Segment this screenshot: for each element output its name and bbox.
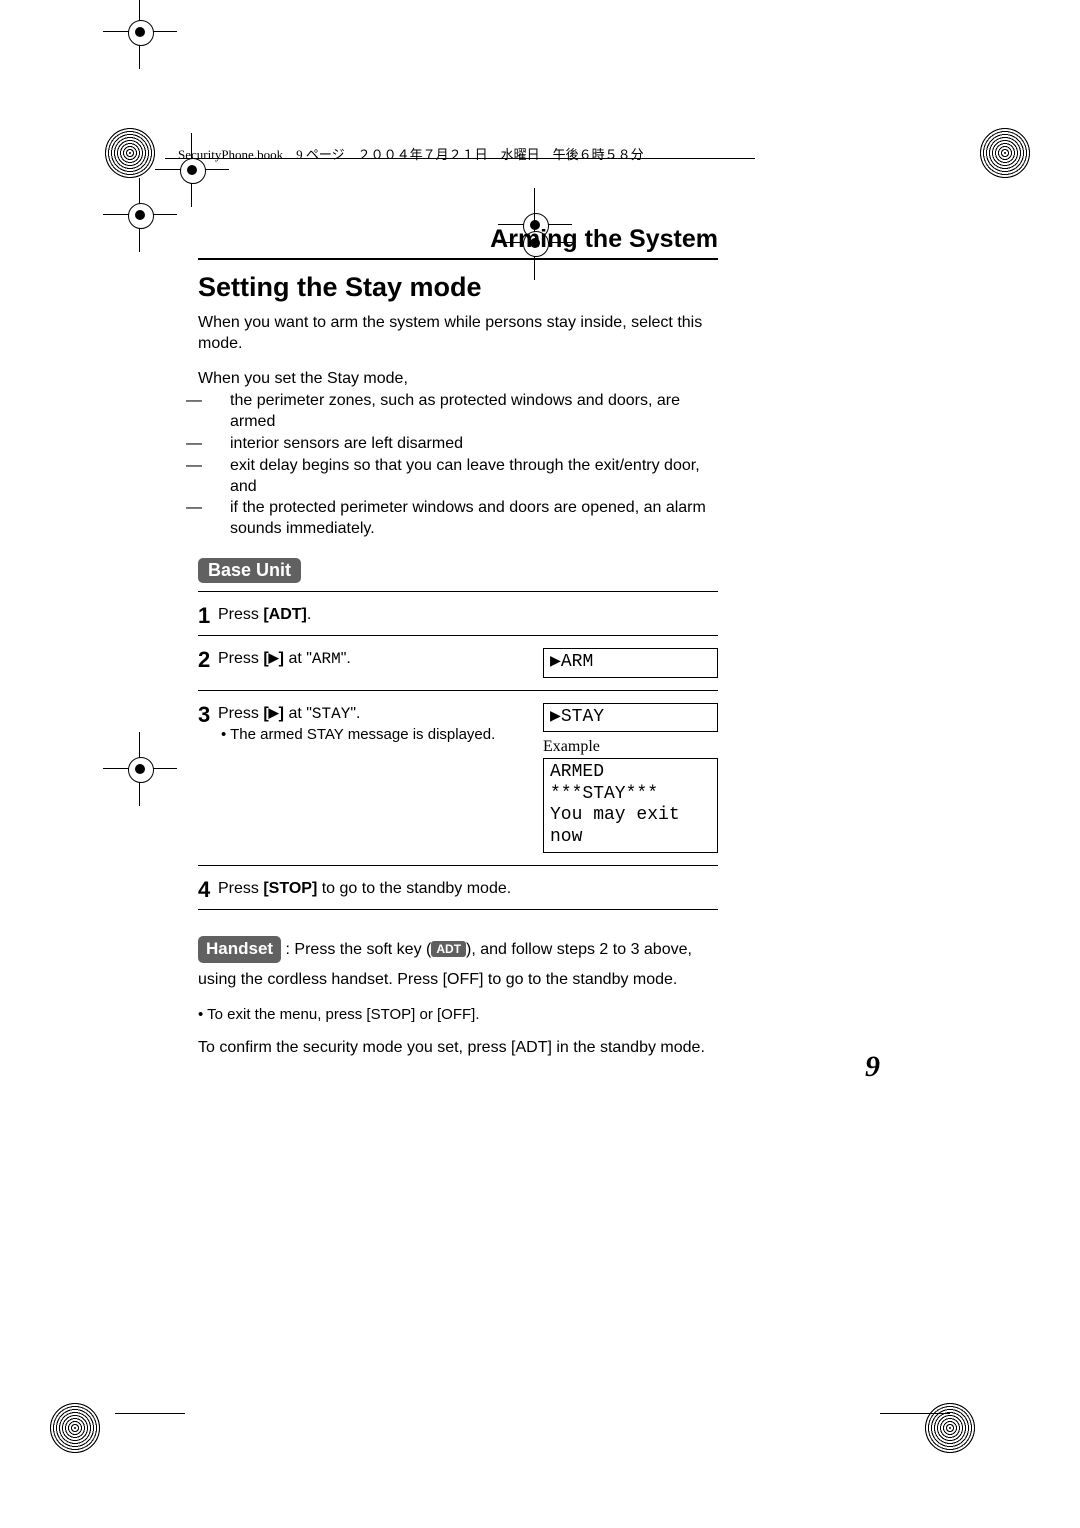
step-3: 3 Press [▶] at "STAY". • The armed STAY … [198,697,718,863]
step-1: 1 Press [ADT]. [198,598,718,633]
key-label: [ADT] [263,606,307,623]
list-item: —the perimeter zones, such as protected … [208,391,718,433]
print-registration-mark [980,128,1030,178]
lcd-display: ▶ARM [543,648,718,678]
crop-line [880,1413,950,1414]
divider [198,690,718,691]
list-item: —exit delay begins so that you can leave… [208,456,718,498]
chapter-title: Arming the System [198,225,718,254]
confirm-instruction: To confirm the security mode you set, pr… [198,1039,718,1057]
step-text: Press [▶] at "STAY". • The armed STAY me… [218,703,531,746]
list-item: —if the protected perimeter windows and … [208,498,718,540]
step-number: 1 [198,604,218,627]
divider [198,591,718,592]
crop-mark-icon [123,752,157,786]
right-arrow-icon: ▶ [269,705,279,720]
key-label: [▶] [263,650,284,667]
divider [198,865,718,866]
intro-text: When you want to arm the system while pe… [198,313,718,355]
key-label: [OFF] [443,971,484,988]
step-sub-note: • The armed STAY message is displayed. [218,725,531,745]
step-number: 4 [198,878,218,901]
divider [198,909,718,910]
section-title: Setting the Stay mode [198,272,718,303]
step-text: Press [▶] at "ARM". [218,648,531,671]
exit-note: • To exit the menu, press [STOP] or [OFF… [198,1006,718,1023]
step-number: 3 [198,703,218,726]
page-number: 9 [865,1050,880,1084]
key-label: [OFF] [437,1006,475,1023]
handset-label: Handset [198,936,281,963]
when-set-lead: When you set the Stay mode, [198,369,718,390]
right-arrow-icon: ▶ [269,650,279,665]
step-number: 2 [198,648,218,671]
step-4: 4 Press [STOP] to go to the standby mode… [198,872,718,907]
print-job-header: SecurityPhone.book 9 ページ ２００４年７月２１日 水曜日 … [178,144,644,163]
crop-mark-icon [123,15,157,49]
crop-line [115,1413,185,1414]
divider [198,635,718,636]
list-item: —interior sensors are left disarmed [208,434,718,455]
bullet-list: —the perimeter zones, such as protected … [198,391,718,540]
divider [198,258,718,260]
step-2: 2 Press [▶] at "ARM". ▶ARM [198,642,718,688]
step-text: Press [ADT]. [218,604,718,626]
lcd-display-example: ARMED ***STAY*** You may exit now [543,758,718,852]
key-label: [STOP] [366,1006,415,1023]
key-label: [▶] [263,705,284,722]
crop-mark-icon [123,198,157,232]
key-label: [STOP] [263,880,317,897]
print-registration-mark [50,1403,100,1453]
key-label: [ADT] [511,1039,552,1056]
example-label: Example [543,738,718,756]
lcd-display: ▶STAY [543,703,718,733]
handset-instructions: Handset : Press the soft key (ADT), and … [198,932,718,991]
print-registration-mark [105,128,155,178]
base-unit-label: Base Unit [198,558,301,583]
page-content: Arming the System Setting the Stay mode … [198,225,718,1057]
print-registration-mark [925,1403,975,1453]
step-text: Press [STOP] to go to the standby mode. [218,878,718,900]
softkey-adt-icon: ADT [431,941,466,957]
